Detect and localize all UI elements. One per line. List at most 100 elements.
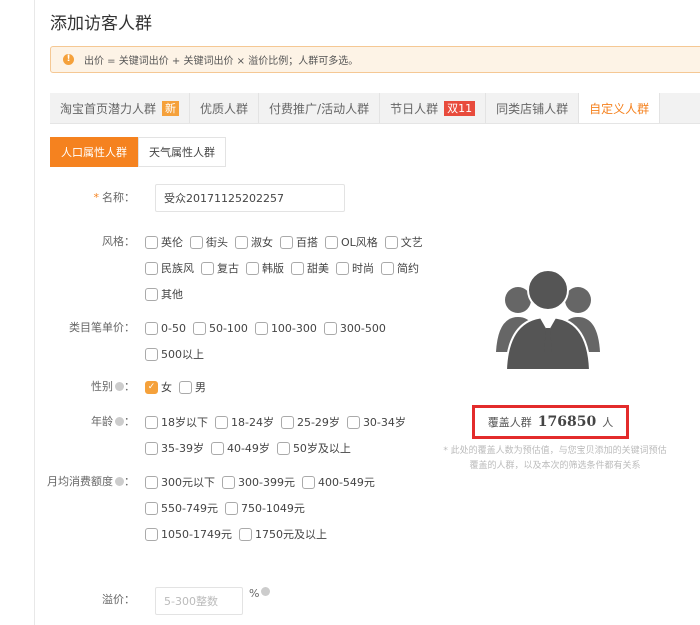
age-option[interactable]: 50岁及以上: [276, 438, 351, 458]
tab-3[interactable]: 节日人群 双11: [380, 93, 487, 123]
gender-row: 性别： ✓ 女 男: [0, 377, 455, 397]
option-label: 300-399元: [238, 476, 295, 489]
coverage-count: 176850: [537, 414, 597, 430]
age-option[interactable]: 35-39岁: [145, 438, 204, 458]
checkbox[interactable]: [381, 261, 394, 275]
spend-option[interactable]: 1050-1749元: [145, 524, 232, 544]
spend-option[interactable]: 1750元及以上: [238, 524, 327, 544]
option-label: 文艺: [400, 236, 423, 249]
style-option[interactable]: 英伦: [145, 232, 183, 252]
style-option[interactable]: 复古: [201, 258, 239, 278]
checkbox[interactable]: [192, 321, 206, 335]
checkbox[interactable]: [145, 527, 158, 541]
age-option[interactable]: 40-49岁: [210, 438, 270, 458]
checkbox[interactable]: ✓: [145, 380, 158, 394]
spend-row: 月均消费额度： 300元以下 300-399元 400-549元 550-749元 750…: [0, 472, 405, 544]
spend-option[interactable]: 300-399元: [222, 472, 295, 492]
checkbox[interactable]: [201, 261, 214, 275]
checkbox[interactable]: [235, 235, 248, 249]
age-option[interactable]: 25-29岁: [280, 412, 340, 432]
help-icon[interactable]: [115, 417, 124, 426]
spend-label: 月均消费额度：: [47, 475, 135, 488]
tab-0[interactable]: 淘宝首页潜力人群新: [50, 93, 191, 123]
spend-option[interactable]: 550-749元: [145, 498, 218, 518]
checkbox[interactable]: [145, 287, 158, 301]
checkbox[interactable]: [301, 475, 315, 489]
option-label: 25-29岁: [296, 416, 340, 429]
style-option[interactable]: OL风格: [325, 232, 378, 252]
checkbox[interactable]: [145, 347, 158, 361]
price-option[interactable]: 100-300: [254, 318, 317, 338]
checkbox[interactable]: [254, 321, 268, 335]
age-row: 年龄： 18岁以下 18-24岁 25-29岁 30-34岁 35-39岁 40-49岁 50…: [0, 412, 425, 458]
tab-2[interactable]: 付费推广/活动人群: [259, 93, 381, 123]
help-icon[interactable]: [115, 477, 124, 486]
checkbox[interactable]: [280, 415, 294, 429]
checkbox[interactable]: [190, 235, 203, 249]
price-option[interactable]: 0-50: [145, 318, 186, 338]
checkbox[interactable]: [210, 441, 224, 455]
subtab-weather[interactable]: 天气属性人群: [138, 137, 226, 167]
checkbox[interactable]: [145, 441, 158, 455]
premium-input[interactable]: 5-300整数: [155, 587, 243, 615]
gender-option[interactable]: ✓ 女: [145, 377, 172, 397]
option-label: 50-100: [208, 321, 248, 335]
alert-text: 出价 = 关键词出价 + 关键词出价 × 溢价比例；人群可多选。: [84, 56, 359, 67]
age-option[interactable]: 18-24岁: [215, 412, 274, 432]
style-option[interactable]: 简约: [381, 258, 419, 278]
option-label: 50岁及以上: [292, 442, 351, 455]
sub-tabs: 人口属性人群 天气属性人群: [50, 137, 226, 167]
age-option[interactable]: 30-34岁: [346, 412, 406, 432]
spend-option[interactable]: 300元以下: [145, 472, 215, 492]
age-option[interactable]: 18岁以下: [145, 412, 208, 432]
style-option[interactable]: 民族风: [145, 258, 194, 278]
gender-label: 性别：: [91, 380, 135, 393]
name-input[interactable]: 受众20171125202257: [155, 184, 345, 212]
price-option[interactable]: 500以上: [145, 344, 204, 364]
checkbox[interactable]: [224, 501, 238, 515]
checkbox[interactable]: [346, 415, 360, 429]
checkbox[interactable]: [276, 441, 290, 455]
style-option[interactable]: 文艺: [384, 232, 423, 252]
subtab-demographic[interactable]: 人口属性人群: [50, 137, 138, 167]
checkbox[interactable]: [145, 261, 158, 275]
checkbox[interactable]: [238, 527, 252, 541]
checkbox[interactable]: [323, 321, 337, 335]
checkbox[interactable]: [145, 235, 158, 249]
price-row: 类目笔单价： 0-50 50-100 100-300 300-500 500以上: [0, 318, 455, 364]
checkbox[interactable]: [280, 235, 293, 249]
checkbox[interactable]: [179, 380, 192, 394]
style-option[interactable]: 韩版: [246, 258, 284, 278]
price-option[interactable]: 50-100: [192, 318, 248, 338]
style-option[interactable]: 百搭: [280, 232, 318, 252]
style-option[interactable]: 街头: [190, 232, 228, 252]
help-icon[interactable]: [261, 587, 271, 596]
checkbox[interactable]: [246, 261, 259, 275]
style-option[interactable]: 甜美: [291, 258, 329, 278]
checkbox[interactable]: [145, 501, 158, 515]
checkbox[interactable]: [215, 415, 228, 429]
spend-option[interactable]: 400-549元: [301, 472, 375, 492]
gender-option[interactable]: 男: [179, 377, 206, 397]
age-label: 年龄：: [91, 415, 135, 428]
checkbox[interactable]: [325, 235, 338, 249]
checkbox[interactable]: [145, 475, 158, 489]
checkbox[interactable]: [145, 415, 158, 429]
checkbox[interactable]: [222, 475, 235, 489]
style-option[interactable]: 淑女: [235, 232, 273, 252]
tab-1[interactable]: 优质人群: [190, 93, 260, 123]
checkbox[interactable]: [291, 261, 304, 275]
style-option[interactable]: 其他: [145, 284, 183, 304]
help-icon[interactable]: [115, 382, 124, 391]
checkbox[interactable]: [145, 321, 158, 335]
checkbox[interactable]: [336, 261, 349, 275]
tab-4[interactable]: 同类店铺人群: [486, 93, 580, 123]
tab-label: 淘宝首页潜力人群: [60, 101, 157, 116]
option-label: 淑女: [251, 236, 273, 249]
spend-option[interactable]: 750-1049元: [224, 498, 305, 518]
option-label: 300元以下: [161, 476, 215, 489]
checkbox[interactable]: [384, 235, 398, 249]
style-option[interactable]: 时尚: [336, 258, 374, 278]
price-option[interactable]: 300-500: [323, 318, 386, 338]
tab-5[interactable]: 自定义人群: [579, 93, 661, 123]
